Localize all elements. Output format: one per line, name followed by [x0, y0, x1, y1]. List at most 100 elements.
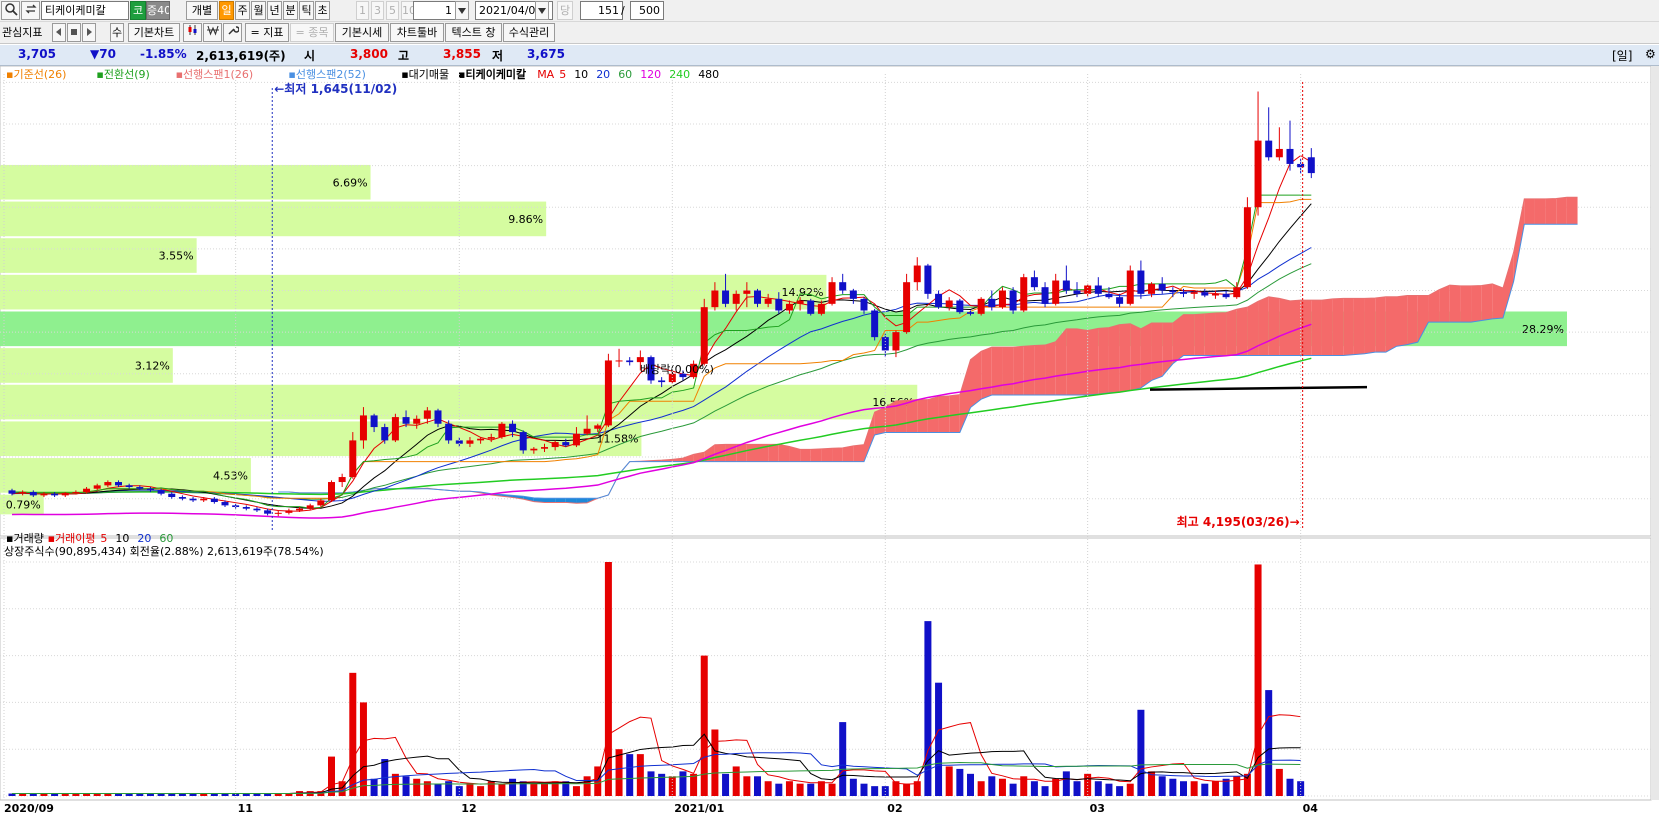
candle-body [370, 415, 378, 428]
ichimoku-cloud-segment [746, 444, 758, 462]
vertical-scrollbar[interactable] [1651, 66, 1659, 800]
ichimoku-cloud-segment [800, 449, 811, 462]
volume-legend-item: 10 [115, 532, 129, 545]
chart-type-button[interactable] [183, 23, 202, 42]
candle-body [1030, 277, 1038, 288]
period-button-1[interactable]: 주 [235, 1, 250, 20]
candle-body [178, 497, 186, 499]
volume-profile-label: 0.79% [6, 499, 41, 512]
volume-bar [956, 768, 964, 796]
volume-legend-item: ▪거래량 [6, 532, 44, 545]
candle-body [1020, 277, 1028, 311]
ichimoku-cloud-segment [1471, 285, 1482, 323]
basic-chart-button[interactable]: 기본차트 [128, 23, 180, 42]
search-button[interactable] [1, 1, 20, 20]
ichimoku-cloud-segment [1556, 197, 1567, 225]
date-dropdown[interactable] [535, 1, 549, 20]
tool-button[interactable] [223, 23, 242, 42]
volume-profile-band [0, 384, 918, 420]
volume-bar [1158, 776, 1166, 796]
interval-button-2[interactable]: 5 [386, 1, 399, 20]
candle-body [210, 498, 218, 503]
candle-body [903, 282, 911, 333]
period-button-3[interactable]: 년 [267, 1, 282, 20]
legend-item: 120 [640, 68, 661, 81]
ichimoku-cloud-segment [1119, 323, 1131, 393]
refresh-button[interactable] [21, 1, 40, 20]
chart-toolbar-button[interactable]: 차트툴바 [390, 23, 444, 42]
legend-item: 60 [618, 68, 632, 81]
prev-button[interactable] [52, 23, 66, 42]
stop-button[interactable] [67, 23, 81, 42]
ichimoku-cloud-segment [1353, 298, 1365, 355]
candle-body [636, 357, 644, 363]
candle-body [72, 492, 80, 494]
volume-bar [1137, 709, 1145, 796]
stop-icon [71, 29, 77, 35]
volume-bar [402, 776, 410, 796]
ichimoku-cloud-segment [1098, 327, 1109, 395]
volume-bar [509, 778, 517, 796]
interval-field[interactable]: 1 [413, 1, 456, 20]
x-axis-label: 02 [887, 802, 902, 815]
currency-button[interactable] [203, 23, 222, 42]
candle-body [402, 417, 410, 424]
settings-icon[interactable]: ⚙ [1645, 47, 1656, 61]
candle-body [913, 265, 921, 283]
candle-body [541, 447, 548, 449]
candle-body [945, 300, 953, 308]
candle-body [93, 485, 101, 489]
volume-bar [530, 783, 538, 796]
formula-button[interactable]: 수식관리 [503, 23, 555, 42]
candle-body [168, 493, 176, 498]
interval-dropdown[interactable] [455, 1, 469, 20]
num-button[interactable]: 수 [110, 23, 124, 42]
open-price: 3,800 [350, 47, 388, 61]
interval-button-0[interactable]: 1 [356, 1, 369, 20]
total-field[interactable]: 500 [630, 1, 664, 20]
period-button-4[interactable]: 분 [283, 1, 298, 20]
candle-body [317, 500, 325, 506]
volume-bar [796, 783, 804, 796]
item-button[interactable]: = 종목 [290, 23, 334, 42]
volume-bar [359, 702, 367, 796]
ichimoku-cloud-segment [1343, 298, 1354, 356]
chevron-right-icon [87, 28, 92, 36]
ichimoku-cloud-segment [1151, 322, 1163, 381]
individual-button[interactable]: 개별 [186, 1, 218, 20]
indicator-button[interactable]: = 지표 [245, 23, 289, 42]
period-button-6[interactable]: 초 [315, 1, 330, 20]
period-button-5[interactable]: 틱 [299, 1, 314, 20]
volume-profile-label: 9.86% [508, 213, 543, 226]
current-button[interactable]: 당 [557, 1, 573, 20]
volume-bar [1275, 768, 1283, 796]
ichimoku-cloud-segment [1215, 312, 1227, 356]
interest-indicator-label[interactable]: 관심지표 [2, 23, 42, 42]
candle-body [359, 415, 367, 441]
period-button-2[interactable]: 월 [251, 1, 266, 20]
ichimoku-cloud-segment [927, 396, 939, 433]
candle-body [658, 380, 666, 383]
ichimoku-cloud-segment [1385, 296, 1397, 353]
volume-bar [477, 786, 485, 796]
interval-button-1[interactable]: 3 [371, 1, 384, 20]
ichimoku-cloud-segment [1258, 296, 1269, 356]
count-field[interactable]: 151 [580, 1, 623, 20]
stock-chart[interactable]: 0.79%4.53%11.58%16.56%3.12%28.29%14.92%3… [0, 66, 1659, 816]
candle-body [296, 508, 304, 511]
next-button[interactable] [82, 23, 96, 42]
candle-body [935, 293, 943, 308]
low-price: 3,675 [527, 47, 565, 61]
candle-body [988, 298, 996, 308]
stock-name-field[interactable]: 티케이케미칼 [41, 1, 129, 20]
candle-body [391, 417, 399, 441]
high-label: 고 [398, 49, 410, 63]
volume-bar [828, 783, 836, 796]
candle-body [1190, 292, 1198, 294]
ichimoku-cloud-segment [1290, 300, 1301, 356]
candle-body [264, 510, 272, 514]
text-window-button[interactable]: 텍스트 창 [445, 23, 502, 42]
candle-body [998, 290, 1006, 308]
basic-quote-button[interactable]: 기본시세 [335, 23, 389, 42]
period-button-0[interactable]: 일 [219, 1, 234, 20]
